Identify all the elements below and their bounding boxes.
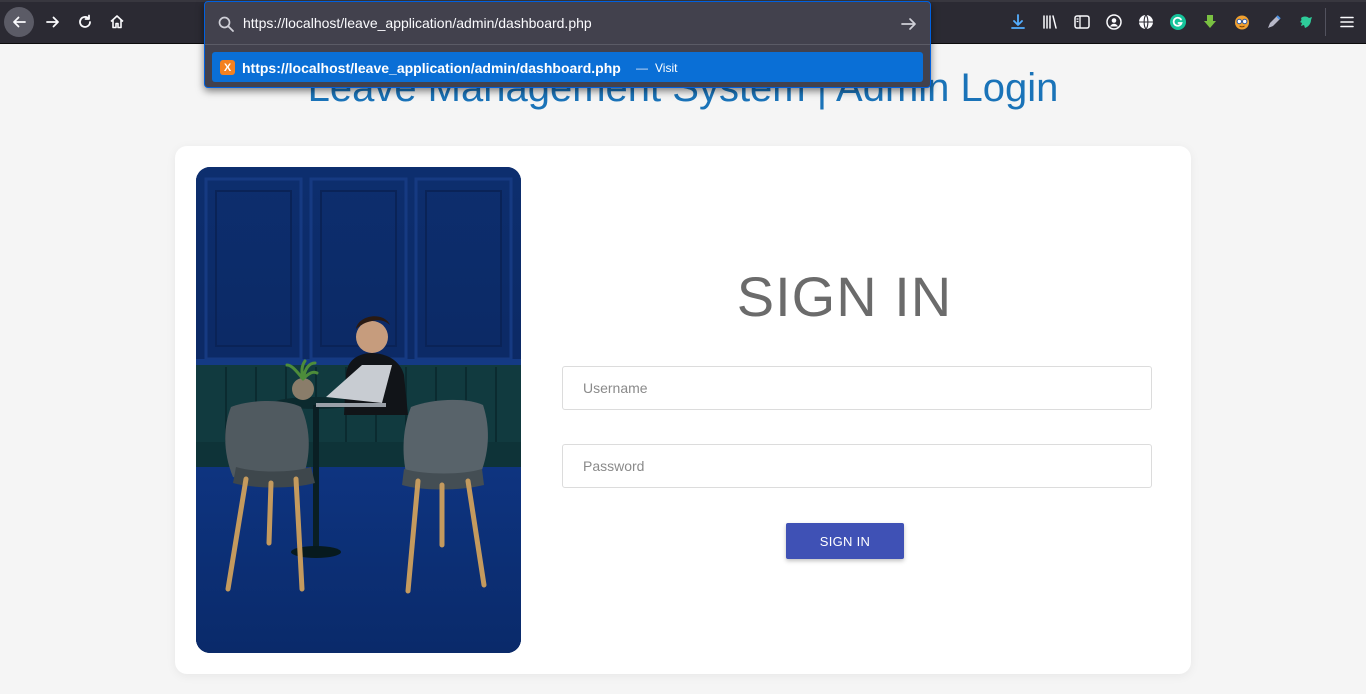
login-illustration-photo xyxy=(196,167,521,653)
signin-heading: SIGN IN xyxy=(736,265,953,328)
extension-face-icon[interactable] xyxy=(1232,12,1252,32)
toolbar-divider xyxy=(1325,8,1326,36)
forward-button[interactable] xyxy=(38,7,68,37)
suggestion-url: https://localhost/leave_application/admi… xyxy=(242,60,621,76)
suggestion-action: Visit xyxy=(655,61,678,75)
login-card: SIGN IN SIGN IN xyxy=(175,146,1191,674)
bird-extension-icon[interactable] xyxy=(1296,12,1316,32)
username-field[interactable] xyxy=(562,366,1152,410)
xampp-favicon-icon: X xyxy=(220,60,235,75)
home-icon xyxy=(110,15,124,29)
download-helper-icon[interactable] xyxy=(1200,12,1220,32)
menu-icon[interactable] xyxy=(1337,12,1357,32)
signin-button[interactable]: SIGN IN xyxy=(786,523,904,559)
back-arrow-icon xyxy=(13,16,26,28)
url-suggestion-row[interactable]: X https://localhost/leave_application/ad… xyxy=(212,52,923,82)
pen-tool-icon[interactable] xyxy=(1264,12,1284,32)
grammarly-icon[interactable] xyxy=(1168,12,1188,32)
address-bar-dropdown: https://localhost/leave_application/admi… xyxy=(204,1,931,88)
reload-icon xyxy=(79,14,91,28)
download-icon[interactable] xyxy=(1008,12,1028,32)
globe-icon[interactable] xyxy=(1136,12,1156,32)
search-icon xyxy=(218,16,234,32)
sidebar-icon[interactable] xyxy=(1072,12,1092,32)
address-input-row[interactable]: https://localhost/leave_application/admi… xyxy=(205,2,930,45)
library-icon[interactable] xyxy=(1040,12,1060,32)
account-icon[interactable] xyxy=(1104,12,1124,32)
address-input[interactable]: https://localhost/leave_application/admi… xyxy=(243,15,592,31)
forward-arrow-icon xyxy=(46,16,59,28)
suggestion-separator: — xyxy=(636,61,648,75)
reload-button[interactable] xyxy=(70,7,100,37)
go-arrow-icon[interactable] xyxy=(899,14,919,34)
back-button[interactable] xyxy=(4,7,34,37)
home-button[interactable] xyxy=(102,7,132,37)
password-field[interactable] xyxy=(562,444,1152,488)
